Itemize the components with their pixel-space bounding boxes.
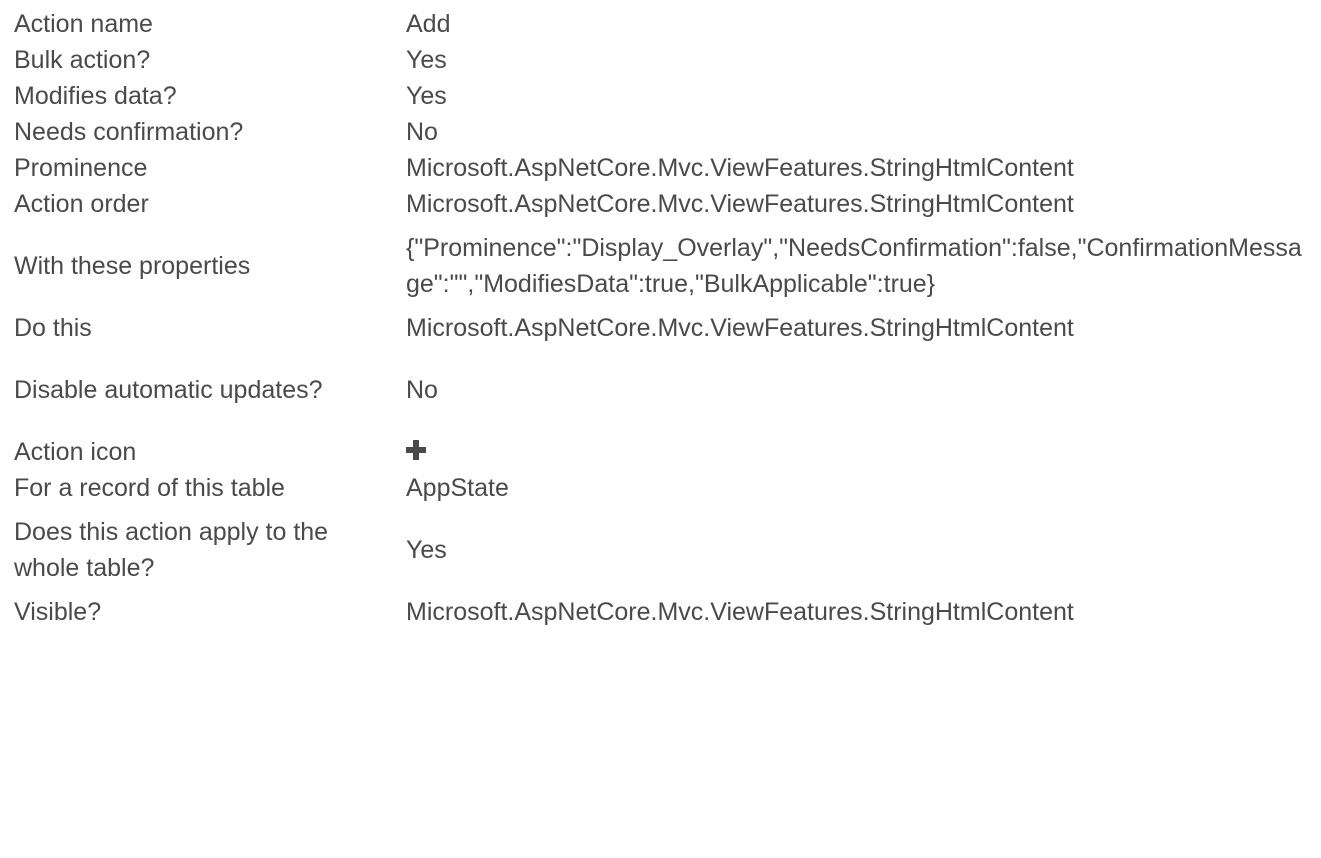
property-value: No <box>406 118 438 146</box>
property-label: Action order <box>14 190 149 218</box>
property-label: Action icon <box>14 438 137 466</box>
property-row-record-table: For a record of this table AppState <box>14 470 1314 506</box>
property-row-with-these-properties: With these properties {"Prominence":"Dis… <box>14 222 1314 310</box>
property-row-applies-whole-table: Does this action apply to the whole tabl… <box>14 506 1314 594</box>
property-row-do-this: Do this Microsoft.AspNetCore.Mvc.ViewFea… <box>14 310 1314 346</box>
property-row-needs-confirmation: Needs confirmation? No <box>14 114 1314 150</box>
property-label: Action name <box>14 10 153 38</box>
property-value: {"Prominence":"Display_Overlay","NeedsCo… <box>406 234 1302 298</box>
property-value: No <box>406 376 438 404</box>
property-value: Microsoft.AspNetCore.Mvc.ViewFeatures.St… <box>406 190 1074 218</box>
property-label: Bulk action? <box>14 46 151 74</box>
property-label: Visible? <box>14 598 102 626</box>
plus-icon <box>406 440 426 460</box>
property-label: Do this <box>14 314 92 342</box>
property-value: Microsoft.AspNetCore.Mvc.ViewFeatures.St… <box>406 314 1074 342</box>
property-label: Needs confirmation? <box>14 118 244 146</box>
property-label: Disable automatic updates? <box>14 376 323 404</box>
property-label: With these properties <box>14 252 251 280</box>
action-properties-list: Action name Add Bulk action? Yes Modifie… <box>14 6 1314 630</box>
property-row-prominence: Prominence Microsoft.AspNetCore.Mvc.View… <box>14 150 1314 186</box>
property-label: For a record of this table <box>14 474 285 502</box>
property-label: Modifies data? <box>14 82 177 110</box>
property-row-action-icon: Action icon <box>14 434 1314 470</box>
property-value: Yes <box>406 46 447 74</box>
property-row-action-order: Action order Microsoft.AspNetCore.Mvc.Vi… <box>14 186 1314 222</box>
property-row-disable-automatic-updates: Disable automatic updates? No <box>14 346 1314 434</box>
property-value: Yes <box>406 82 447 110</box>
property-row-visible: Visible? Microsoft.AspNetCore.Mvc.ViewFe… <box>14 594 1314 630</box>
property-row-modifies-data: Modifies data? Yes <box>14 78 1314 114</box>
property-value: Yes <box>406 536 447 564</box>
property-label: Prominence <box>14 154 148 182</box>
property-value: Microsoft.AspNetCore.Mvc.ViewFeatures.St… <box>406 598 1074 626</box>
property-label: Does this action apply to the whole tabl… <box>14 518 329 582</box>
property-value <box>406 434 1314 470</box>
property-row-bulk-action: Bulk action? Yes <box>14 42 1314 78</box>
property-value: Microsoft.AspNetCore.Mvc.ViewFeatures.St… <box>406 154 1074 182</box>
property-row-action-name: Action name Add <box>14 6 1314 42</box>
property-value: Add <box>406 10 451 38</box>
property-value: AppState <box>406 474 509 502</box>
